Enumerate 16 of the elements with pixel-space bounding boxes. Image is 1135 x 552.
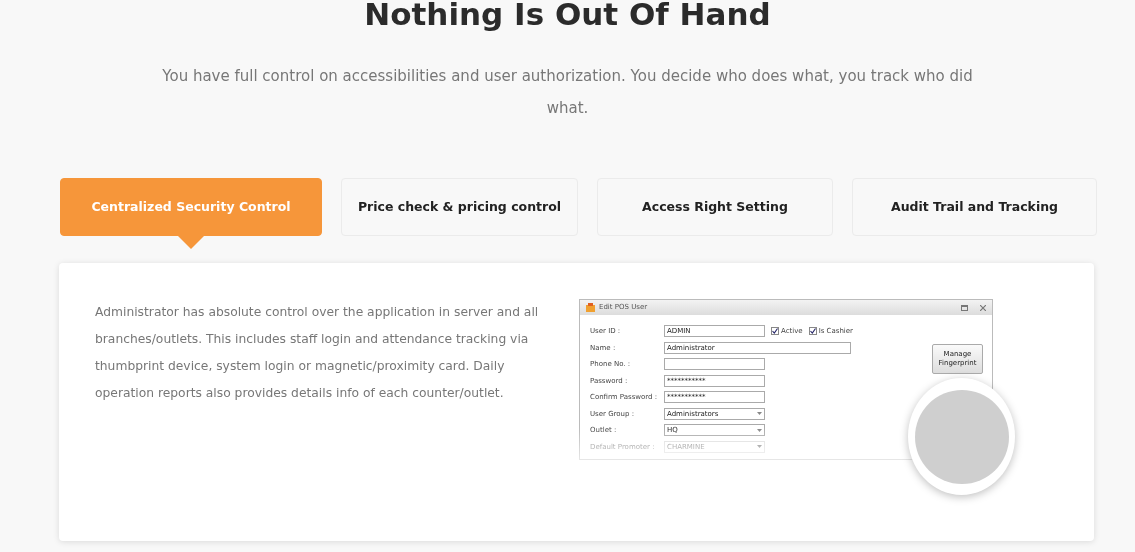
caret-icon — [757, 412, 762, 416]
caret-icon — [757, 428, 762, 432]
intro-text: You have full control on accessibilities and user authorization. You decide who does what, you track who did what. — [161, 66, 974, 119]
tab[interactable]: Price check & pricing control — [341, 178, 578, 236]
tab[interactable]: Audit Trail and Tracking — [852, 178, 1097, 236]
maximize-icon[interactable] — [961, 304, 968, 311]
caret-icon — [757, 445, 762, 449]
panel-description: Administrator has absolute control over the application in server and all branches/outlets. This includes staff login and attendance tracking via thumbprint device, system login or magnetic/proximity card. Daily operation reports also provides details info of each counter/outlet. — [95, 304, 540, 402]
section-heading: Nothing Is Out Of Hand — [363, 0, 772, 34]
checkmark-icon — [809, 328, 816, 335]
tab-pointer-icon — [178, 236, 204, 249]
checkmark-icon — [772, 328, 778, 335]
tab[interactable]: Access Right Setting — [597, 178, 833, 236]
app-icon — [586, 303, 595, 312]
close-icon[interactable] — [980, 304, 986, 311]
input-field[interactable] — [664, 358, 765, 371]
